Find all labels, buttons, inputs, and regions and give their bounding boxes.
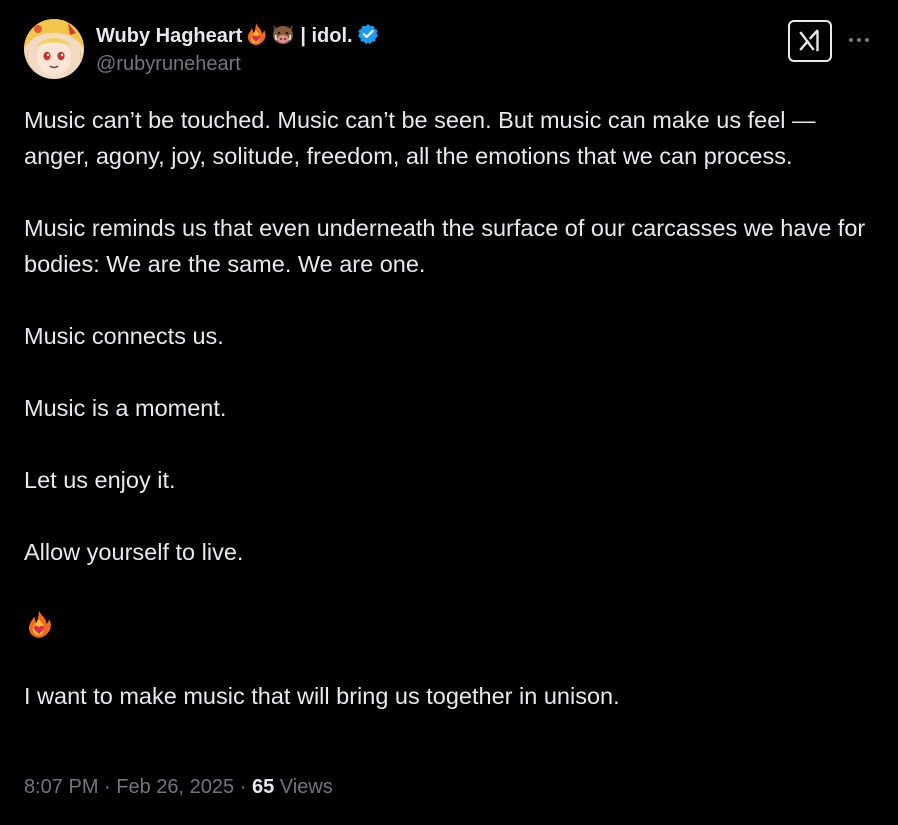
tweet-paragraph: Music reminds us that even underneath th… (24, 215, 872, 277)
more-options-icon[interactable] (846, 30, 872, 50)
boar-emoji-icon (270, 22, 296, 51)
verified-badge-icon[interactable] (357, 23, 379, 50)
tweet-text: Music can’t be touched. Music can’t be s… (24, 102, 884, 750)
fire-heart-emoji-icon (244, 22, 268, 51)
avatar[interactable] (24, 19, 84, 79)
tweet-paragraph-closing: I want to make music that will bring us … (24, 683, 620, 709)
display-name-suffix[interactable]: | idol. (300, 25, 352, 48)
xai-logo-icon[interactable] (788, 20, 832, 62)
meta-separator: · (239, 776, 247, 798)
author-handle[interactable]: @rubyruneheart (96, 53, 241, 76)
tweet-paragraph: Music connects us. (24, 323, 224, 349)
views-count[interactable]: 65 (252, 776, 274, 798)
tweet-paragraph: Let us enjoy it. (24, 467, 176, 493)
tweet-meta: 8:07 PM · Feb 26, 2025 · 65 Views (24, 776, 333, 799)
tweet-paragraph: Allow yourself to live. (24, 539, 244, 565)
tweet-date[interactable]: Feb 26, 2025 (116, 776, 234, 798)
views-label: Views (279, 776, 333, 798)
author-name-row[interactable]: Wuby Hagheart | idol. (96, 22, 379, 50)
tweet-card: Wuby Hagheart | idol. @rubyruneheart Mus… (0, 0, 898, 825)
meta-separator: · (104, 776, 111, 798)
tweet-paragraph: Music can’t be touched. Music can’t be s… (24, 107, 823, 169)
tweet-paragraph: Music is a moment. (24, 395, 227, 421)
fire-heart-emoji-icon (24, 606, 884, 642)
tweet-time[interactable]: 8:07 PM (24, 776, 98, 798)
display-name[interactable]: Wuby Hagheart (96, 25, 242, 48)
